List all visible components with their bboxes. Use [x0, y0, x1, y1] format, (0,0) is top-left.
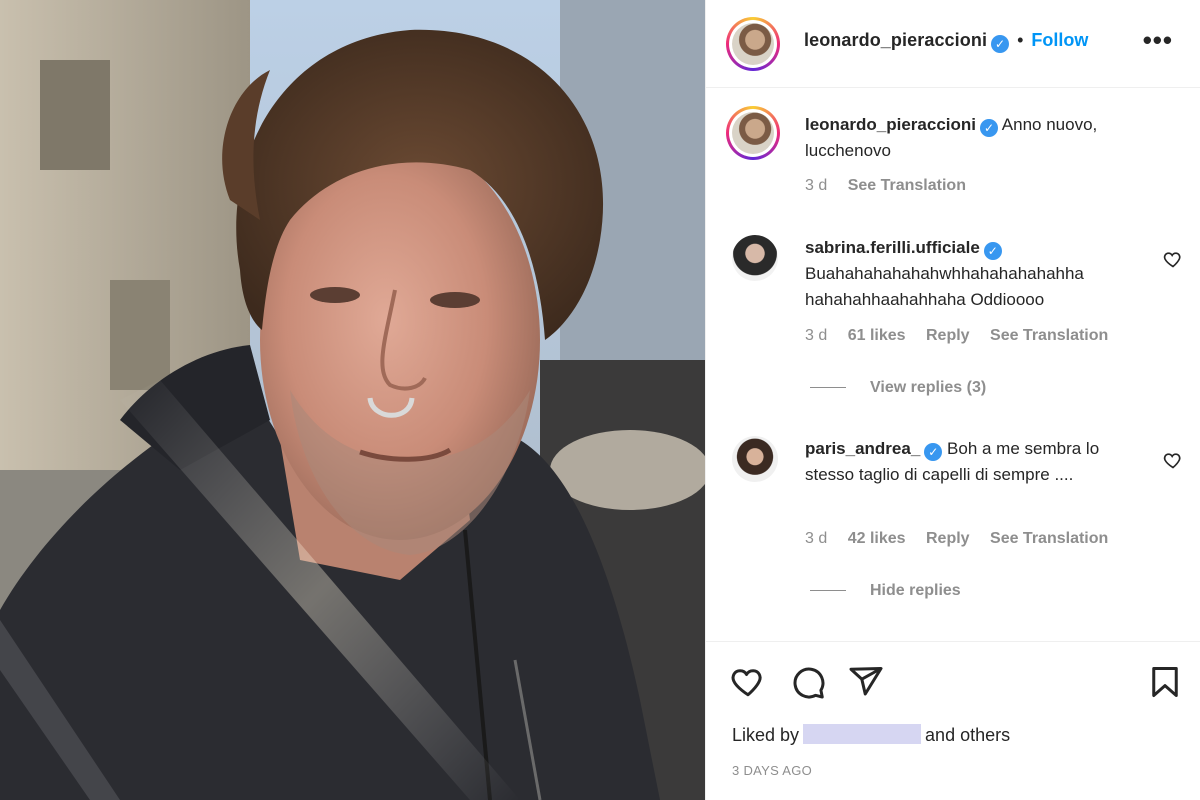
replies-line [810, 387, 846, 389]
caption-avatar[interactable] [726, 106, 780, 160]
comment-like-heart-icon[interactable] [1163, 450, 1183, 470]
liked-by-line: Liked by and others [732, 724, 1010, 746]
verified-badge-icon: ✓ [991, 35, 1010, 53]
post-timestamp[interactable]: 3 DAYS AGO [732, 763, 812, 778]
see-translation-link[interactable]: See Translation [990, 530, 1108, 547]
commenter-avatar[interactable] [732, 436, 778, 482]
author-avatar[interactable] [726, 17, 780, 71]
bookmark-icon[interactable] [1147, 664, 1183, 700]
caption-username[interactable]: leonardo_pieraccioni [805, 115, 976, 134]
comment-time[interactable]: 3 d [805, 327, 827, 344]
comment-body: Buahahahahahahwhhahahahahahha hahahahhaa… [805, 264, 1084, 309]
liked-by-others[interactable]: and others [925, 725, 1010, 745]
caption-time[interactable]: 3 d [805, 177, 827, 194]
separator-dot: • [1017, 30, 1024, 50]
author-username[interactable]: leonardo_pieraccioni [804, 30, 987, 50]
liked-by-prefix: Liked by [732, 725, 800, 745]
comment-text: sabrina.ferilli.ufficiale ✓ Buahahahahaha… [805, 235, 1145, 313]
comment-likes-count[interactable]: 42 likes [848, 530, 906, 547]
comment-username[interactable]: sabrina.ferilli.ufficiale [805, 238, 980, 257]
comment-like-heart-icon[interactable] [1163, 249, 1183, 269]
comment-username[interactable]: paris_andrea_ [805, 439, 920, 458]
reply-button[interactable]: Reply [926, 327, 970, 344]
comment-time[interactable]: 3 d [805, 530, 827, 547]
comment-meta: 3 d 61 likes Reply See Translation [805, 327, 1124, 345]
verified-badge-icon: ✓ [980, 119, 998, 137]
blurred-username [803, 724, 922, 744]
post-photo[interactable] [0, 0, 705, 800]
see-translation-link[interactable]: See Translation [848, 177, 966, 194]
author-line: leonardo_pieraccioni ✓ • Follow [804, 30, 1088, 53]
caption-text: leonardo_pieraccioni ✓ Anno nuovo, lucche… [805, 112, 1145, 164]
heart-icon[interactable] [730, 664, 766, 700]
hide-replies-label: Hide replies [870, 582, 961, 599]
replies-line [810, 590, 846, 592]
comment-likes-count[interactable]: 61 likes [848, 327, 906, 344]
commenter-avatar[interactable] [732, 235, 778, 281]
reply-button[interactable]: Reply [926, 530, 970, 547]
comment-meta: 3 d 42 likes Reply See Translation [805, 530, 1124, 548]
caption-meta: 3 d See Translation [805, 177, 982, 195]
post-actions: Liked by and others 3 DAYS AGO [706, 641, 1200, 800]
follow-button[interactable]: Follow [1031, 30, 1088, 50]
post-side-panel: leonardo_pieraccioni ✓ • Follow ••• leonard… [705, 0, 1200, 800]
view-replies-label: View replies (3) [870, 379, 987, 396]
view-replies-button[interactable]: View replies (3) [810, 379, 986, 397]
post-header: leonardo_pieraccioni ✓ • Follow ••• [706, 0, 1200, 88]
see-translation-link[interactable]: See Translation [990, 327, 1108, 344]
post-photo-illustration [0, 0, 705, 800]
hide-replies-button[interactable]: Hide replies [810, 582, 961, 600]
comments-list[interactable]: leonardo_pieraccioni ✓ Anno nuovo, lucche… [706, 89, 1200, 641]
verified-badge-icon: ✓ [983, 242, 1002, 260]
more-options-icon[interactable]: ••• [1143, 27, 1173, 53]
comment-text: paris_andrea_ ✓ Boh a me sembra lo stesso… [805, 436, 1145, 488]
comment-icon[interactable] [790, 664, 826, 700]
verified-badge-icon: ✓ [924, 443, 943, 461]
paper-plane-icon[interactable] [848, 664, 884, 700]
